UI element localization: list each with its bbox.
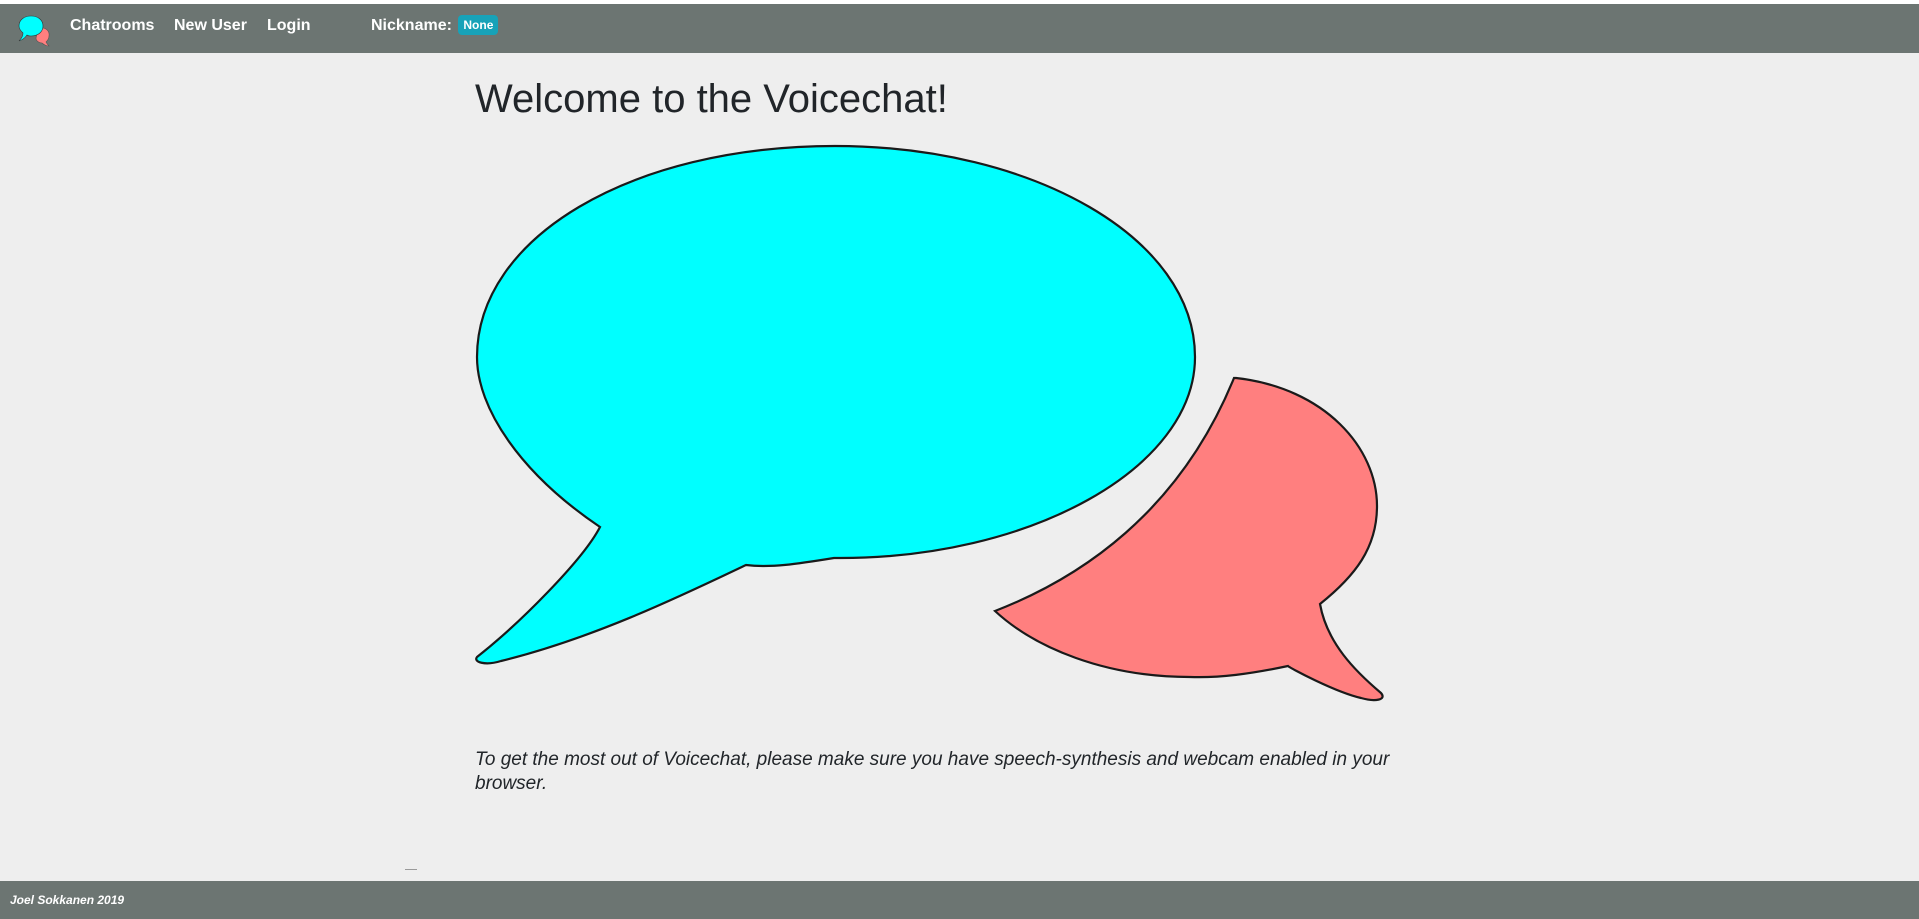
nav-link-login[interactable]: Login (267, 4, 311, 53)
nickname-display: Nickname: None (371, 4, 499, 53)
footer-credit: Joel Sokkanen 2019 (10, 893, 125, 907)
intro-text: To get the most out of Voicechat, please… (475, 749, 1390, 794)
footer: Joel Sokkanen 2019 (0, 881, 1919, 919)
speech-bubbles-logo-icon[interactable] (18, 14, 52, 48)
main-content: Welcome to the Voicechat! To get the mos… (475, 53, 1455, 879)
speech-bubbles-illustration (475, 144, 1384, 702)
page-title: Welcome to the Voicechat! (475, 77, 948, 121)
navbar: Chatrooms New User Login Nickname: None (0, 4, 1919, 53)
nav-link-chatrooms[interactable]: Chatrooms (70, 4, 154, 53)
nickname-badge: None (458, 15, 499, 35)
divider-mark (405, 869, 417, 870)
nav-link-new-user[interactable]: New User (174, 4, 247, 53)
nickname-label: Nickname: (371, 17, 452, 34)
